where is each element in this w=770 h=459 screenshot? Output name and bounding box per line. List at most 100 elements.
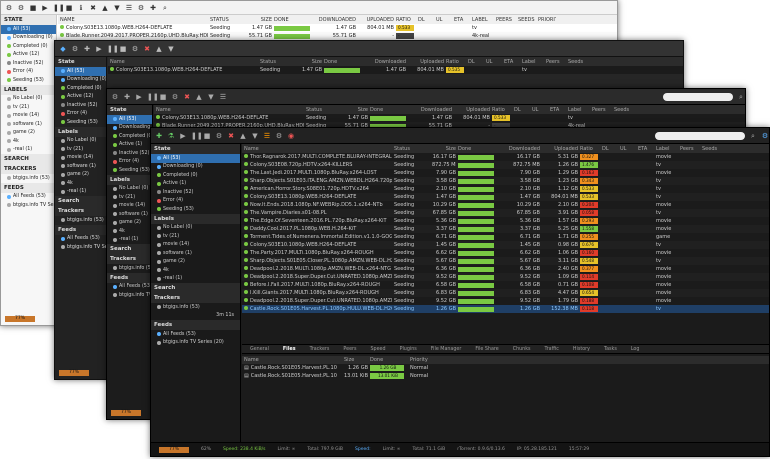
- tab-file-share[interactable]: File Share: [475, 347, 498, 352]
- column-header[interactable]: ETA: [502, 59, 520, 65]
- column-header[interactable]: Peers: [590, 107, 612, 113]
- column-header[interactable]: UL: [484, 59, 502, 65]
- sidebar-item[interactable]: Seeding (53): [55, 118, 106, 127]
- column-header[interactable]: PRIORITY: [536, 17, 556, 23]
- search-input[interactable]: [655, 131, 745, 140]
- gear-icon[interactable]: ⚙: [17, 4, 25, 12]
- column-header[interactable]: Downloaded: [496, 146, 540, 152]
- sidebar-item[interactable]: No Label (0): [107, 185, 152, 194]
- tab-speed[interactable]: Speed: [371, 347, 386, 352]
- sidebar-item[interactable]: software (1): [1, 120, 56, 129]
- sidebar-item[interactable]: No Label (0): [55, 137, 106, 146]
- column-header[interactable]: Uploaded: [406, 59, 444, 65]
- settings-icon[interactable]: ⚙: [131, 45, 139, 53]
- sidebar-item[interactable]: btgigs.info (53): [107, 264, 152, 273]
- sidebar-item[interactable]: tv (21): [151, 232, 240, 241]
- sidebar-section-header[interactable]: Feeds: [107, 272, 152, 283]
- table-row[interactable]: Thor.Ragnarok.2017.MULTI.COMPLETE.BLURAY…: [242, 153, 769, 161]
- sidebar-item[interactable]: btgigs.info TV Series (20): [55, 243, 106, 252]
- sidebar-item[interactable]: All Feeds (53): [55, 235, 106, 244]
- sidebar-section-header[interactable]: Search: [55, 196, 106, 206]
- up-icon[interactable]: ▲: [239, 132, 247, 140]
- sidebar-item[interactable]: -real (1): [107, 236, 152, 245]
- tab-chunks[interactable]: Chunks: [513, 347, 531, 352]
- sidebar-item[interactable]: Completed (0): [55, 84, 106, 93]
- table-row[interactable]: Deadpool.2.2018.MULTi.1080p.AMZN.WEB-DL.…: [242, 265, 769, 273]
- table-row[interactable]: Colony.S03E13.1080p.WEB.H264-DEFLATE Seed…: [242, 193, 769, 201]
- sidebar-item[interactable]: movie (14): [55, 154, 106, 163]
- stop-icon[interactable]: ■: [119, 45, 127, 53]
- column-header[interactable]: SIZE: [246, 17, 272, 23]
- table-row[interactable]: The.Edge.Of.Seventeen.2016.PL.720p.BluRa…: [242, 217, 769, 225]
- remove-icon[interactable]: ✖: [227, 132, 235, 140]
- up-icon[interactable]: ▲: [101, 4, 109, 12]
- column-header[interactable]: UL: [530, 107, 548, 113]
- settings-icon[interactable]: ⚙: [171, 93, 179, 101]
- sidebar-item[interactable]: 4k: [1, 137, 56, 146]
- column-header[interactable]: Done: [368, 107, 408, 113]
- column-header[interactable]: Size: [430, 146, 456, 152]
- tab-traffic[interactable]: Traffic: [544, 347, 558, 352]
- sidebar-item[interactable]: All Feeds (53): [1, 193, 56, 202]
- column-header[interactable]: Seeds: [612, 107, 632, 113]
- column-header[interactable]: DONE: [272, 17, 312, 23]
- sidebar-item[interactable]: btgigs.info (53): [55, 216, 106, 225]
- search-icon[interactable]: ⌕: [161, 4, 169, 12]
- sidebar-item[interactable]: All (53): [1, 25, 56, 34]
- table-row[interactable]: Colony.S03E08.720p.HDTV.x264-KILLERS Seed…: [242, 161, 769, 169]
- column-header[interactable]: UPLOADED: [356, 17, 394, 23]
- column-header[interactable]: NAME: [58, 17, 208, 23]
- down-icon[interactable]: ▼: [113, 4, 121, 12]
- sidebar-item[interactable]: 4k: [151, 266, 240, 275]
- column-header[interactable]: Status: [392, 146, 430, 152]
- table-row[interactable]: The.Party.2017.MULTi.1080p.BluRay.x264-R…: [242, 249, 769, 257]
- table-row[interactable]: American.Horror.Story.S08E01.720p.HDTV.x…: [242, 185, 769, 193]
- table-row[interactable]: Torment.Tides.of.Numenera.Immortal.Editi…: [242, 233, 769, 241]
- table-row[interactable]: The.Last.Jedi.2017.MULTi.1080p.BluRay.x2…: [242, 169, 769, 177]
- play-icon[interactable]: ▶: [41, 4, 49, 12]
- sidebar-section-header[interactable]: State: [107, 105, 152, 115]
- pause-icon[interactable]: ❚❚: [147, 93, 159, 101]
- column-header[interactable]: Size: [296, 59, 322, 65]
- column-header[interactable]: Name: [154, 107, 304, 113]
- sidebar-item[interactable]: Downloading (0): [107, 124, 152, 133]
- sidebar-item[interactable]: -real (1): [1, 146, 56, 155]
- table-row[interactable]: Now.It.Ends.2018.1080p.NF.WEBRip.DD5.1.x…: [242, 201, 769, 209]
- sidebar-item[interactable]: software (1): [55, 162, 106, 171]
- sidebar-item[interactable]: Seeding (53): [107, 166, 152, 175]
- sidebar-section-header[interactable]: Labels: [55, 126, 106, 137]
- sidebar-item[interactable]: Error (4): [1, 68, 56, 77]
- sidebar-item[interactable]: Active (12): [55, 93, 106, 102]
- sidebar-item[interactable]: No Label (0): [1, 95, 56, 104]
- column-header[interactable]: Size: [342, 107, 368, 113]
- sidebar-item[interactable]: Inactive (52): [151, 188, 240, 197]
- column-header[interactable]: Size: [342, 357, 368, 363]
- tab-trackers[interactable]: Trackers: [310, 347, 330, 352]
- column-header[interactable]: Peers: [678, 146, 700, 152]
- sidebar-item[interactable]: All (53): [55, 67, 106, 76]
- search-icon[interactable]: ⌕: [749, 132, 757, 140]
- settings-icon[interactable]: ⚙: [215, 132, 223, 140]
- sidebar-item[interactable]: -real (1): [55, 188, 106, 197]
- stop-icon[interactable]: ■: [203, 132, 211, 140]
- play-icon[interactable]: ▶: [179, 132, 187, 140]
- pause-icon[interactable]: ❚❚: [107, 45, 119, 53]
- table-row[interactable]: Sharp.Objects.S01E05.Closer.PL.1080p.AMZ…: [242, 257, 769, 265]
- sidebar-section-header[interactable]: State: [151, 144, 240, 154]
- gear-icon[interactable]: ⚙: [275, 132, 283, 140]
- sidebar-item[interactable]: All (53): [151, 154, 240, 163]
- column-header[interactable]: Ratio: [490, 107, 512, 113]
- column-header[interactable]: Uploaded: [540, 146, 578, 152]
- stop-icon[interactable]: ■: [29, 4, 37, 12]
- rss-icon[interactable]: ☰: [125, 4, 133, 12]
- column-header[interactable]: Downloaded: [408, 107, 452, 113]
- file-priority[interactable]: Normal: [408, 373, 438, 379]
- column-header[interactable]: Label: [520, 59, 544, 65]
- sidebar-item[interactable]: btgigs.info (53): [151, 303, 240, 312]
- column-header[interactable]: Done: [322, 59, 362, 65]
- settings-icon[interactable]: ⚙: [137, 4, 145, 12]
- plugin-icon[interactable]: ✚: [149, 4, 157, 12]
- sidebar-section-header[interactable]: Trackers: [107, 254, 152, 264]
- column-header[interactable]: DL: [416, 17, 434, 23]
- settings-icon[interactable]: ⚙: [761, 132, 769, 140]
